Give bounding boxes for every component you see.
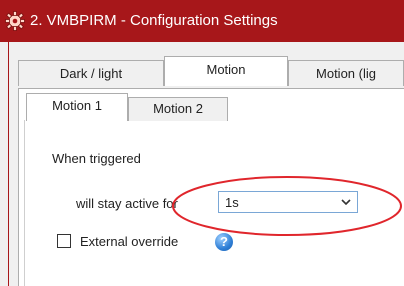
external-override-label: External override <box>80 234 179 249</box>
tab-motion-light[interactable]: Motion (lig <box>288 60 404 86</box>
subtab-motion-2[interactable]: Motion 2 <box>128 97 228 121</box>
help-icon[interactable]: ? <box>215 233 233 251</box>
tab-motion[interactable]: Motion <box>164 56 288 86</box>
when-triggered-label: When triggered <box>52 151 141 166</box>
title-bar: 2. VMBPIRM - Configuration Settings <box>0 0 404 42</box>
external-override-checkbox[interactable] <box>57 234 71 248</box>
gear-icon <box>5 11 25 31</box>
stay-active-value: 1s <box>225 195 239 210</box>
window-left-border <box>8 42 9 286</box>
subtab-motion-1[interactable]: Motion 1 <box>26 93 128 121</box>
tab-dark-light[interactable]: Dark / light <box>18 60 164 86</box>
chevron-down-icon[interactable] <box>335 192 357 212</box>
stay-active-dropdown[interactable]: 1s <box>218 191 358 213</box>
stay-active-label: will stay active for <box>76 196 178 211</box>
window-title: 2. VMBPIRM - Configuration Settings <box>30 12 278 29</box>
subpanel-left-border <box>24 120 25 286</box>
